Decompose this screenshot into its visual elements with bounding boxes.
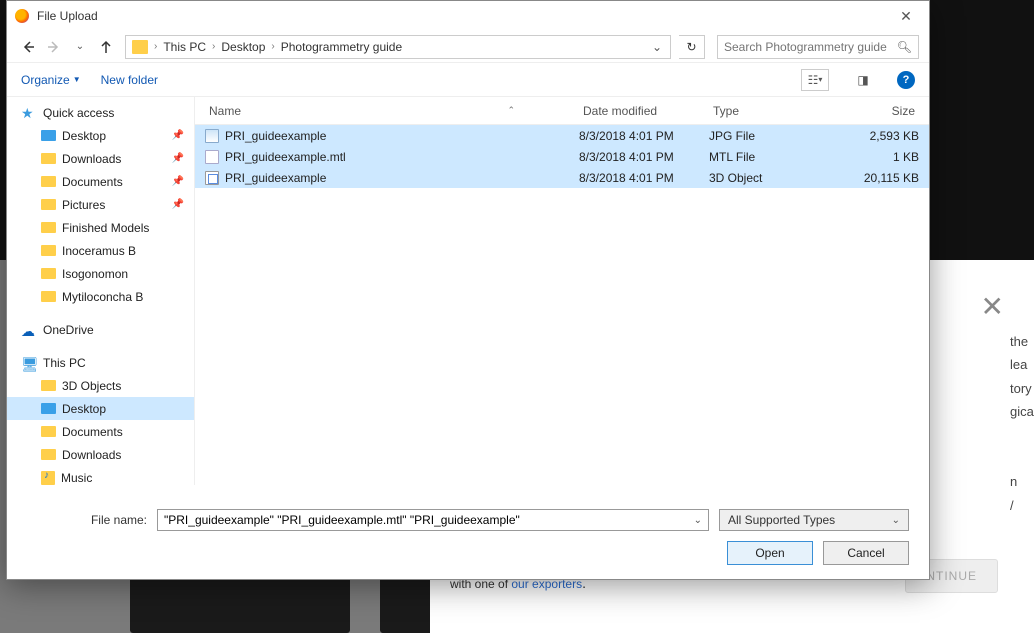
chevron-right-icon: › — [152, 41, 159, 52]
chevron-down-icon[interactable]: ⌄ — [646, 40, 668, 54]
help-button[interactable]: ? — [897, 71, 915, 89]
filename-input[interactable] — [164, 513, 694, 527]
pc-icon: 🖥 — [21, 356, 37, 370]
folder-icon — [41, 471, 55, 485]
folder-icon — [41, 153, 56, 164]
tree-qa-item[interactable]: Downloads📌 — [7, 147, 194, 170]
toolbar: Organize▼ New folder ☷ ▾ ◨ ? — [7, 63, 929, 97]
col-type[interactable]: Type — [709, 104, 829, 118]
column-headers: Name⌃ Date modified Type Size — [195, 97, 929, 125]
close-icon[interactable]: ✕ — [981, 290, 1004, 323]
folder-icon — [41, 426, 56, 437]
tree-pc-item[interactable]: Documents — [7, 420, 194, 443]
tree-qa-item[interactable]: Finished Models — [7, 216, 194, 239]
tree-quick-access[interactable]: ★Quick access — [7, 101, 194, 124]
folder-icon — [41, 176, 56, 187]
chevron-right-icon: › — [210, 41, 217, 52]
dialog-footer: File name: ⌄ All Supported Types⌄ Open C… — [7, 485, 929, 579]
tree-pc-item[interactable]: Desktop — [7, 397, 194, 420]
file-icon — [205, 150, 219, 164]
folder-icon — [41, 130, 56, 141]
tree-qa-item[interactable]: Desktop📌 — [7, 124, 194, 147]
window-close-button[interactable]: ✕ — [891, 8, 921, 25]
new-folder-button[interactable]: New folder — [101, 73, 158, 87]
nav-tree: ★Quick access Desktop📌Downloads📌Document… — [7, 97, 195, 485]
back-button[interactable] — [17, 36, 39, 58]
filetype-filter[interactable]: All Supported Types⌄ — [719, 509, 909, 531]
pin-icon: 📌 — [172, 130, 184, 141]
file-icon — [205, 129, 219, 143]
file-icon — [205, 171, 219, 185]
pin-icon: 📌 — [172, 199, 184, 210]
col-name[interactable]: Name⌃ — [205, 104, 579, 118]
pin-icon: 📌 — [172, 176, 184, 187]
organize-menu[interactable]: Organize▼ — [21, 73, 81, 87]
tree-onedrive[interactable]: ☁OneDrive — [7, 318, 194, 341]
folder-icon — [41, 291, 56, 302]
filename-combo[interactable]: ⌄ — [157, 509, 709, 531]
file-row[interactable]: PRI_guideexample8/3/2018 4:01 PM3D Objec… — [195, 167, 929, 188]
tree-qa-item[interactable]: Pictures📌 — [7, 193, 194, 216]
filename-label: File name: — [27, 513, 147, 527]
folder-icon — [41, 268, 56, 279]
breadcrumb-item[interactable]: Photogrammetry guide — [277, 40, 406, 54]
folder-icon — [41, 403, 56, 414]
recent-dropdown[interactable]: ⌄ — [69, 36, 91, 58]
onedrive-icon: ☁ — [21, 323, 37, 337]
search-input[interactable] — [724, 40, 897, 54]
folder-icon — [41, 245, 56, 256]
breadcrumb-item[interactable]: Desktop — [217, 40, 269, 54]
folder-icon — [41, 222, 56, 233]
tree-qa-item[interactable]: Inoceramus B — [7, 239, 194, 262]
star-icon: ★ — [21, 106, 37, 120]
open-button[interactable]: Open — [727, 541, 813, 565]
folder-icon — [41, 380, 56, 391]
breadcrumb-bar[interactable]: › This PC › Desktop › Photogrammetry gui… — [125, 35, 671, 59]
col-date[interactable]: Date modified — [579, 104, 709, 118]
nav-row: ⌄ › This PC › Desktop › Photogrammetry g… — [7, 31, 929, 63]
view-options-button[interactable]: ☷ ▾ — [801, 69, 829, 91]
tree-qa-item[interactable]: Isogonomon — [7, 262, 194, 285]
folder-icon — [132, 40, 148, 54]
tree-qa-item[interactable]: Documents📌 — [7, 170, 194, 193]
tree-pc-item[interactable]: Downloads — [7, 443, 194, 466]
file-list-panel: Name⌃ Date modified Type Size PRI_guidee… — [195, 97, 929, 485]
file-row[interactable]: PRI_guideexample.mtl8/3/2018 4:01 PMMTL … — [195, 146, 929, 167]
background-text: theleatorygicaln / — [1010, 330, 1024, 517]
sort-caret-icon: ⌃ — [507, 105, 515, 116]
tree-qa-item[interactable]: Mytiloconcha B — [7, 285, 194, 308]
preview-pane-button[interactable]: ◨ — [849, 69, 877, 91]
chevron-down-icon[interactable]: ⌄ — [694, 515, 702, 526]
tree-pc-item[interactable]: Music — [7, 466, 194, 485]
refresh-button[interactable]: ↻ — [679, 35, 705, 59]
file-list: PRI_guideexample8/3/2018 4:01 PMJPG File… — [195, 125, 929, 485]
breadcrumb-item[interactable]: This PC — [159, 40, 210, 54]
folder-icon — [41, 449, 56, 460]
chevron-right-icon: › — [269, 41, 276, 52]
folder-icon — [41, 199, 56, 210]
titlebar: File Upload ✕ — [7, 1, 929, 31]
firefox-icon — [15, 9, 29, 23]
chevron-down-icon: ⌄ — [892, 515, 900, 526]
tree-pc-item[interactable]: 3D Objects — [7, 374, 194, 397]
forward-button[interactable] — [43, 36, 65, 58]
cancel-button[interactable]: Cancel — [823, 541, 909, 565]
file-row[interactable]: PRI_guideexample8/3/2018 4:01 PMJPG File… — [195, 125, 929, 146]
search-icon: 🔍︎ — [897, 40, 912, 54]
file-upload-dialog: File Upload ✕ ⌄ › This PC › Desktop › Ph… — [6, 0, 930, 580]
col-size[interactable]: Size — [829, 104, 919, 118]
pin-icon: 📌 — [172, 153, 184, 164]
window-title: File Upload — [37, 9, 891, 23]
up-button[interactable] — [95, 36, 117, 58]
tree-this-pc[interactable]: 🖥This PC — [7, 351, 194, 374]
search-box[interactable]: 🔍︎ — [717, 35, 919, 59]
